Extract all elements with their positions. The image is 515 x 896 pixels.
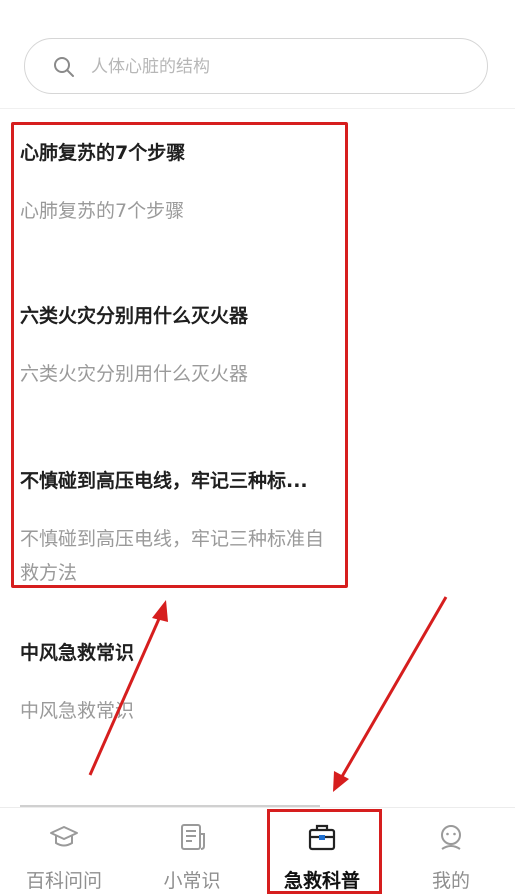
article-item[interactable]: 中风急救常识 中风急救常识 [20,640,350,728]
search-input[interactable] [91,53,451,81]
tab-label: 我的 [431,870,470,892]
search-bar[interactable] [24,38,488,94]
document-icon [181,824,205,850]
search-icon [54,57,74,77]
article-title: 中风急救常识 [20,642,135,664]
tab-xiao-changshi[interactable]: 小常识 [128,808,256,896]
arrowhead-down-icon [333,771,349,792]
tab-label: 小常识 [163,870,221,892]
tab-label: 百科问问 [25,870,102,892]
article-summary: 中风急救常识 [20,700,135,722]
annotation-highlight-box [11,122,348,588]
arrowhead-up-icon [152,600,168,622]
annotation-tab-highlight-box [267,809,382,894]
tab-wode[interactable]: 我的 [387,808,515,896]
tab-baike-wenwen[interactable]: 百科问问 [0,808,128,896]
bottom-tab-bar: 百科问问 小常识 急救科普 我的 [0,807,515,896]
user-face-icon [441,825,461,850]
search-header [0,0,515,109]
graduation-cap-icon [50,826,78,847]
annotation-arrow-right [338,596,448,781]
